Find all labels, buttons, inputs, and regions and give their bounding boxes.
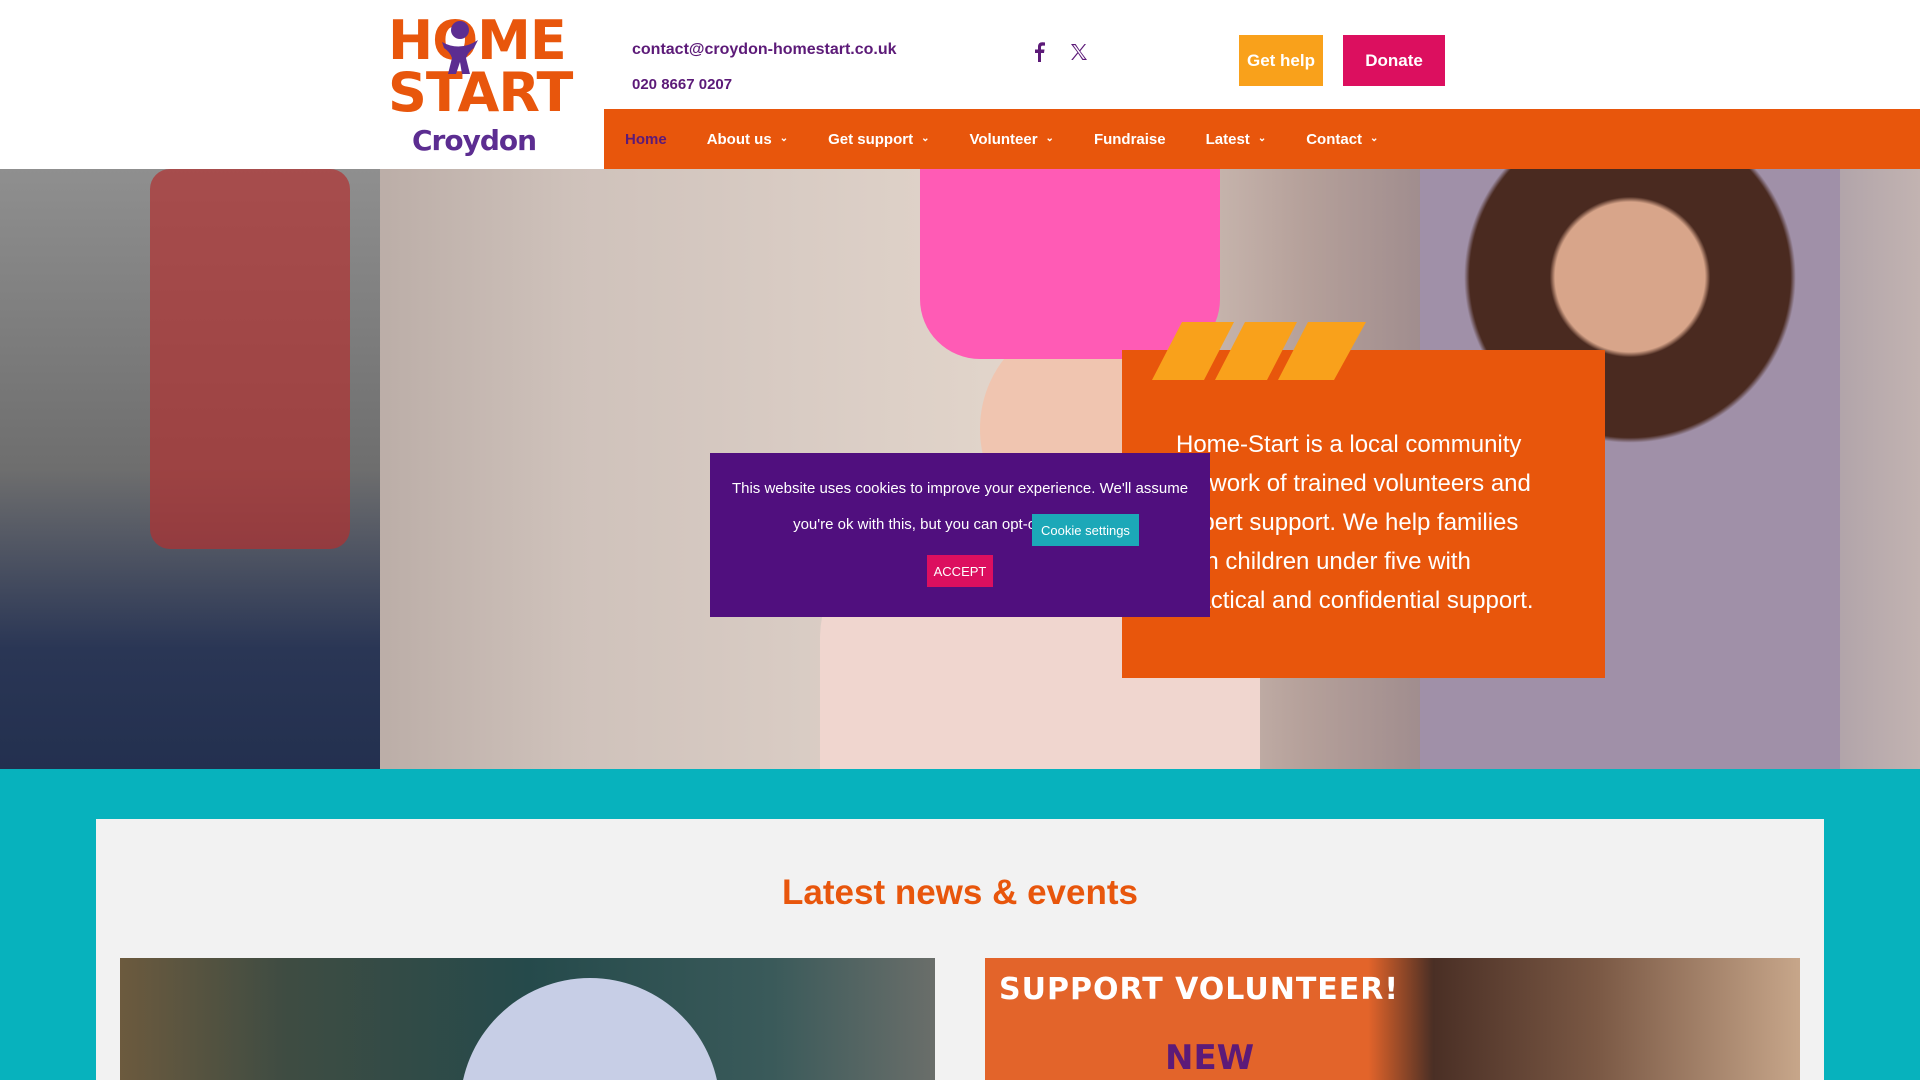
chevron-down-icon: ⌄ (1257, 132, 1267, 144)
nav-item-get-support[interactable]: Get support ⌄ (828, 131, 929, 148)
nav-item-label: Latest (1205, 130, 1250, 148)
news-section-title: Latest news & events (782, 873, 1138, 912)
chevron-down-icon: ⌄ (1045, 132, 1054, 144)
nav-item-home[interactable]: Home (625, 131, 667, 148)
cookie-settings-button[interactable]: Cookie settings (1032, 514, 1139, 546)
cookie-accept-button[interactable]: ACCEPT (927, 555, 993, 587)
hero-intro-text: Home-Start is a local community network … (1176, 431, 1534, 614)
news-card-2-headline: SUPPORT VOLUNTEER! (999, 972, 1400, 1007)
nav-item-label: Volunteer (969, 130, 1038, 148)
chevron-down-icon: ⌄ (1370, 132, 1379, 144)
contact-email-link[interactable]: contact@croydon-homestart.co.uk (632, 41, 897, 59)
news-card-2-badge: NEW (1165, 1038, 1255, 1078)
news-card-2[interactable]: SUPPORT VOLUNTEER! NEW (985, 958, 1800, 1080)
chevron-down-icon: ⌄ (779, 132, 789, 144)
nav-item-contact[interactable]: Contact ⌄ (1306, 131, 1378, 148)
site-header: HOME START Croydon contact@croydon-homes… (0, 0, 1920, 169)
facebook-icon[interactable] (1027, 40, 1051, 64)
logo-figure-icon (442, 21, 478, 74)
nav-item-label: Get support (828, 130, 914, 148)
contact-phone-link[interactable]: 020 8667 0207 (632, 76, 732, 93)
nav-item-about-us[interactable]: About us ⌄ (707, 131, 788, 148)
nav-item-volunteer[interactable]: Volunteer ⌄ (969, 131, 1053, 148)
get-help-button[interactable]: Get help (1239, 35, 1323, 86)
main-nav: Home About us ⌄ Get support ⌄ Volunteer ⌄ F… (604, 109, 1920, 169)
nav-item-latest[interactable]: Latest ⌄ (1206, 131, 1267, 148)
home-start-croydon-logo[interactable]: HOME START Croydon (386, 10, 573, 158)
nav-item-label: Fundraise (1093, 130, 1166, 148)
nav-item-label: Contact (1306, 130, 1363, 148)
nav-item-label: About us (706, 130, 772, 148)
news-card-1[interactable] (120, 958, 935, 1080)
logo-city-text: Croydon (412, 124, 537, 157)
donate-button[interactable]: Donate (1343, 35, 1445, 86)
nav-item-fundraise[interactable]: Fundraise (1094, 131, 1166, 148)
chevron-down-icon: ⌄ (921, 132, 930, 144)
hero-scarf (150, 169, 350, 549)
stripes-decoration-icon (1152, 322, 1366, 380)
nav-item-label: Home (625, 130, 667, 148)
x-twitter-icon[interactable] (1067, 40, 1091, 64)
news-card-1-image (460, 978, 720, 1080)
